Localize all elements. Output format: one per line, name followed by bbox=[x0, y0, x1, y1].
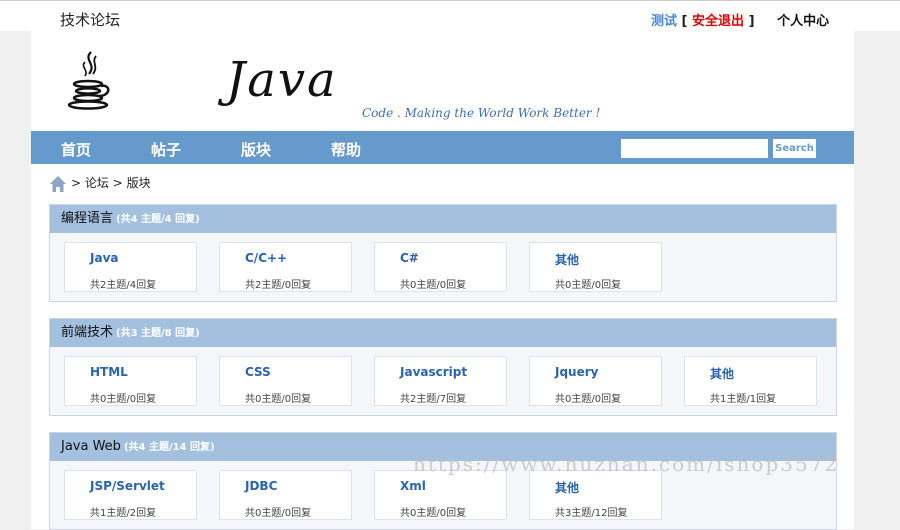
section-programming-languages: 编程语言 (共4 主题/4 回复) Java 共2主题/4回复 C/C++ 共2主… bbox=[49, 204, 837, 302]
nav-boards[interactable]: 版块 bbox=[241, 139, 271, 160]
section-stats: (共4 主题/4 回复) bbox=[116, 214, 200, 225]
board-card[interactable]: 其他 共1主题/1回复 bbox=[684, 356, 817, 406]
banner: Java Code . Making the World Work Better… bbox=[31, 30, 854, 131]
board-name-link[interactable]: JSP/Servlet bbox=[90, 479, 165, 493]
section-header: 编程语言 (共4 主题/4 回复) bbox=[50, 205, 836, 233]
breadcrumb-current: 版块 bbox=[126, 176, 151, 190]
board-stats: 共3主题/12回复 bbox=[555, 508, 628, 519]
site-title: 技术论坛 bbox=[60, 11, 121, 29]
board-stats: 共0主题/0回复 bbox=[555, 280, 622, 291]
nav-help[interactable]: 帮助 bbox=[331, 139, 361, 160]
board-stats: 共2主题/0回复 bbox=[245, 280, 312, 291]
main-nav: 首页 帖子 版块 帮助 Search bbox=[31, 131, 854, 164]
java-logo-text: Java bbox=[226, 52, 338, 108]
top-bar: 技术论坛 测试 [ 安全退出 ] 个人中心 bbox=[0, 0, 900, 31]
board-name-link[interactable]: C# bbox=[400, 251, 419, 265]
board-card[interactable]: 其他 共3主题/12回复 bbox=[529, 470, 662, 520]
bracket-close: ] bbox=[748, 14, 755, 29]
board-card[interactable]: Jquery 共0主题/0回复 bbox=[529, 356, 662, 406]
board-card[interactable]: Java 共2主题/4回复 bbox=[64, 242, 197, 292]
board-name-link[interactable]: Java bbox=[90, 251, 118, 265]
user-links: 测试 [ 安全退出 ] 个人中心 bbox=[651, 10, 829, 29]
home-icon[interactable] bbox=[49, 175, 67, 193]
board-stats: 共1主题/1回复 bbox=[710, 394, 777, 405]
board-stats: 共0主题/0回复 bbox=[555, 394, 622, 405]
board-card[interactable]: Xml 共0主题/0回复 bbox=[374, 470, 507, 520]
section-header: 前端技术 (共3 主题/8 回复) bbox=[50, 319, 836, 347]
search-input[interactable] bbox=[621, 139, 768, 158]
board-card[interactable]: JDBC 共0主题/0回复 bbox=[219, 470, 352, 520]
board-name-link[interactable]: 其他 bbox=[710, 365, 734, 382]
breadcrumb-sep: > bbox=[71, 176, 82, 190]
bracket-open: [ bbox=[681, 14, 688, 29]
board-stats: 共2主题/7回复 bbox=[400, 394, 467, 405]
board-stats: 共0主题/0回复 bbox=[245, 394, 312, 405]
breadcrumb: > 论坛 > 版块 bbox=[49, 173, 151, 193]
user-center-link[interactable]: 个人中心 bbox=[777, 14, 829, 29]
board-name-link[interactable]: 其他 bbox=[555, 479, 579, 496]
section-stats: (共3 主题/8 回复) bbox=[116, 328, 200, 339]
slogan: Code . Making the World Work Better ! bbox=[362, 106, 601, 120]
section-title: Java Web bbox=[61, 439, 121, 454]
board-stats: 共0主题/0回复 bbox=[400, 508, 467, 519]
board-name-link[interactable]: Javascript bbox=[400, 365, 467, 379]
board-stats: 共0主题/0回复 bbox=[400, 280, 467, 291]
section-title: 前端技术 bbox=[61, 325, 114, 340]
board-name-link[interactable]: C/C++ bbox=[245, 251, 287, 265]
board-name-link[interactable]: Xml bbox=[400, 479, 426, 493]
board-stats: 共0主题/0回复 bbox=[245, 508, 312, 519]
board-card[interactable]: JSP/Servlet 共1主题/2回复 bbox=[64, 470, 197, 520]
section-stats: (共4 主题/14 回复) bbox=[123, 442, 215, 453]
board-stats: 共1主题/2回复 bbox=[90, 508, 157, 519]
nav-home[interactable]: 首页 bbox=[61, 139, 91, 160]
breadcrumb-sep: > bbox=[112, 176, 123, 190]
breadcrumb-forum[interactable]: 论坛 bbox=[85, 176, 109, 190]
board-stats: 共0主题/0回复 bbox=[90, 394, 157, 405]
board-stats: 共2主题/4回复 bbox=[90, 280, 157, 291]
board-name-link[interactable]: CSS bbox=[245, 365, 271, 379]
board-card[interactable]: Javascript 共2主题/7回复 bbox=[374, 356, 507, 406]
watermark: https://www.huzhan.com/ishop3572 bbox=[413, 452, 840, 476]
board-card[interactable]: C# 共0主题/0回复 bbox=[374, 242, 507, 292]
board-card[interactable]: CSS 共0主题/0回复 bbox=[219, 356, 352, 406]
board-card[interactable]: 其他 共0主题/0回复 bbox=[529, 242, 662, 292]
username-link[interactable]: 测试 bbox=[651, 14, 677, 29]
search-button[interactable]: Search bbox=[773, 139, 816, 158]
section-frontend: 前端技术 (共3 主题/8 回复) HTML 共0主题/0回复 CSS 共0主题/… bbox=[49, 318, 837, 416]
board-card[interactable]: HTML 共0主题/0回复 bbox=[64, 356, 197, 406]
java-cup-icon bbox=[67, 51, 110, 110]
board-card[interactable]: C/C++ 共2主题/0回复 bbox=[219, 242, 352, 292]
section-java-web: Java Web (共4 主题/14 回复) JSP/Servlet 共1主题/2… bbox=[49, 432, 837, 530]
board-name-link[interactable]: Jquery bbox=[555, 365, 598, 379]
board-name-link[interactable]: HTML bbox=[90, 365, 128, 379]
board-name-link[interactable]: JDBC bbox=[245, 479, 277, 493]
nav-posts[interactable]: 帖子 bbox=[151, 139, 181, 160]
board-name-link[interactable]: 其他 bbox=[555, 251, 579, 268]
section-title: 编程语言 bbox=[61, 211, 114, 226]
logout-link[interactable]: 安全退出 bbox=[692, 14, 744, 29]
